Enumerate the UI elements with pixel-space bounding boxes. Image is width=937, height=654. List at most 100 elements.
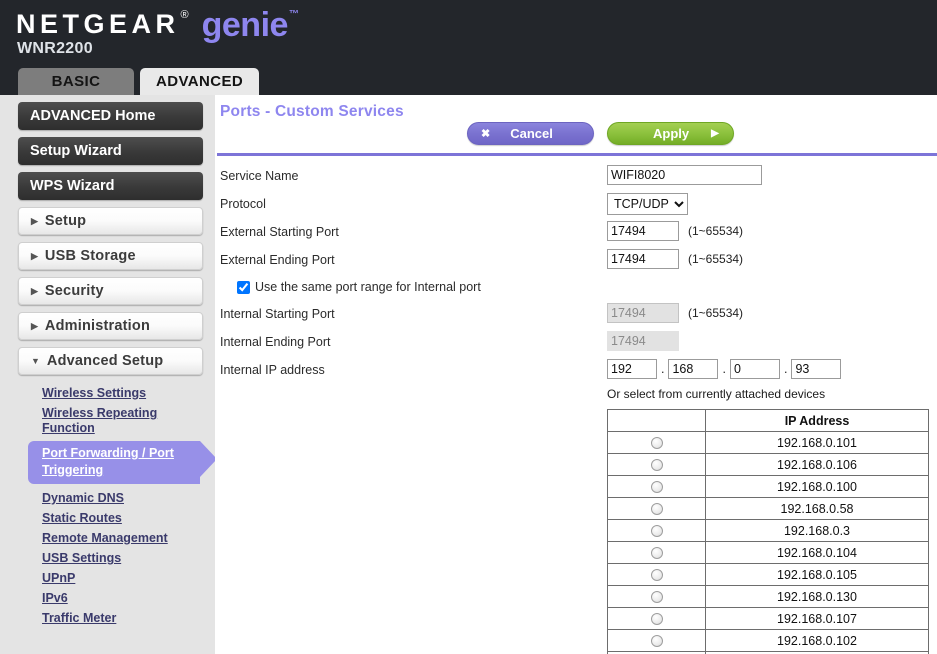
- table-row[interactable]: 192.168.0.101: [607, 431, 929, 454]
- brand-netgear-text: NETGEAR: [16, 9, 180, 39]
- row-internal-ip-address: Internal IP address . . .: [215, 359, 937, 387]
- sidebar-item-administration[interactable]: ▶ Administration: [18, 312, 203, 340]
- tab-advanced[interactable]: ADVANCED: [140, 68, 260, 95]
- device-select-radio[interactable]: [650, 481, 663, 494]
- table-row[interactable]: 192.168.0.130: [607, 585, 929, 608]
- external-starting-port-label: External Starting Port: [220, 225, 339, 239]
- sidebar-sublink-ipv6[interactable]: IPv6: [42, 588, 192, 608]
- table-cell-select[interactable]: [607, 563, 706, 586]
- apply-button-label: Apply: [653, 126, 690, 141]
- sidebar-item-advanced-setup[interactable]: ▼ Advanced Setup: [18, 347, 203, 375]
- table-header-ip-address: IP Address: [705, 409, 929, 432]
- sidebar-sublink-label: Port Forwarding / Port Triggering: [42, 446, 174, 477]
- ip-separator-dot: .: [722, 362, 726, 376]
- custom-service-form: Service Name Protocol TCP/UDPTCPUDP Exte…: [215, 165, 937, 654]
- sidebar-sublink-remote-management[interactable]: Remote Management: [42, 528, 192, 548]
- row-external-starting-port: External Starting Port (1~65534): [215, 221, 937, 249]
- internal-starting-port-input: [607, 303, 679, 323]
- table-cell-ip-address: 192.168.0.106: [705, 453, 929, 476]
- device-select-radio[interactable]: [650, 503, 663, 516]
- attached-devices-table: IP Address 192.168.0.101 192.168.0.106 192…: [607, 409, 929, 654]
- table-header-row: IP Address: [607, 409, 929, 432]
- external-starting-port-hint: (1~65534): [688, 224, 744, 238]
- table-cell-select[interactable]: [607, 519, 706, 542]
- protocol-select[interactable]: TCP/UDPTCPUDP: [607, 193, 688, 215]
- page-title: Ports - Custom Services: [220, 103, 404, 120]
- table-cell-select[interactable]: [607, 497, 706, 520]
- table-row[interactable]: 192.168.0.100: [607, 475, 929, 498]
- sidebar-sublink-dynamic-dns[interactable]: Dynamic DNS: [42, 488, 192, 508]
- apply-button[interactable]: Apply ▶: [607, 122, 734, 145]
- same-port-range-label: Use the same port range for Internal por…: [255, 280, 481, 294]
- table-body: 192.168.0.101 192.168.0.106 192.168.0.100 1…: [607, 431, 929, 654]
- device-select-radio[interactable]: [650, 525, 663, 538]
- table-cell-select[interactable]: [607, 629, 706, 652]
- arrow-right-icon: ▶: [711, 128, 719, 139]
- sidebar-item-label: Advanced Setup: [46, 353, 164, 369]
- table-cell-ip-address: 192.168.0.58: [705, 497, 929, 520]
- internal-ip-octet-4[interactable]: [791, 359, 842, 379]
- internal-ip-octet-1[interactable]: [607, 359, 657, 379]
- device-select-radio[interactable]: [650, 437, 663, 450]
- row-service-name: Service Name: [215, 165, 937, 193]
- sidebar-item-setup[interactable]: ▶ Setup: [18, 207, 203, 235]
- table-row[interactable]: 192.168.0.107: [607, 607, 929, 630]
- main-tab-bar: BASIC ADVANCED: [18, 68, 260, 95]
- sidebar-sublink-static-routes[interactable]: Static Routes: [42, 508, 192, 528]
- table-row[interactable]: 192.168.0.106: [607, 453, 929, 476]
- external-ending-port-input[interactable]: [607, 249, 679, 269]
- device-select-radio[interactable]: [650, 459, 663, 472]
- table-row[interactable]: 192.168.0.104: [607, 541, 929, 564]
- sidebar-item-security[interactable]: ▶ Security: [18, 277, 203, 305]
- close-icon: ✖: [481, 128, 491, 140]
- external-starting-port-input[interactable]: [607, 221, 679, 241]
- tab-basic[interactable]: BASIC: [18, 68, 134, 95]
- sidebar-item-usb-storage[interactable]: ▶ USB Storage: [18, 242, 203, 270]
- sidebar-navigation: ADVANCED Home Setup Wizard WPS Wizard ▶ …: [0, 95, 217, 654]
- cancel-button[interactable]: ✖ Cancel: [467, 122, 594, 145]
- device-select-radio[interactable]: [650, 547, 663, 560]
- internal-ip-octet-2[interactable]: [668, 359, 719, 379]
- same-port-range-checkbox[interactable]: [237, 280, 250, 294]
- external-ending-port-hint: (1~65534): [688, 252, 744, 266]
- internal-ip-octet-3[interactable]: [729, 359, 780, 379]
- sidebar-item-wps-wizard[interactable]: WPS Wizard: [18, 172, 203, 200]
- row-or-select-note: Or select from currently attached device…: [215, 387, 937, 409]
- table-cell-ip-address: 192.168.0.102: [705, 629, 929, 652]
- internal-starting-port-label: Internal Starting Port: [220, 307, 335, 321]
- row-internal-ending-port: Internal Ending Port: [215, 331, 937, 359]
- ip-separator-dot: .: [783, 362, 788, 376]
- table-row[interactable]: 192.168.0.102: [607, 629, 929, 652]
- table-row[interactable]: 192.168.0.105: [607, 563, 929, 586]
- device-select-radio[interactable]: [650, 591, 663, 604]
- table-row[interactable]: 192.168.0.3: [607, 519, 929, 542]
- internal-starting-port-hint: (1~65534): [688, 306, 744, 320]
- device-select-radio[interactable]: [650, 569, 663, 582]
- sidebar-sublink-usb-settings[interactable]: USB Settings: [42, 548, 192, 568]
- table-cell-select[interactable]: [607, 541, 706, 564]
- chevron-right-icon: ▶: [31, 215, 38, 226]
- sidebar-sublink-upnp[interactable]: UPnP: [42, 568, 192, 588]
- table-row[interactable]: 192.168.0.58: [607, 497, 929, 520]
- table-cell-select[interactable]: [607, 607, 706, 630]
- internal-ending-port-input: [607, 331, 679, 351]
- table-cell-select[interactable]: [607, 431, 706, 454]
- table-cell-select[interactable]: [607, 585, 706, 608]
- sidebar-sublink-wireless-repeating-function[interactable]: Wireless Repeating Function: [42, 403, 192, 438]
- device-select-radio[interactable]: [650, 635, 663, 648]
- sidebar-sublink-traffic-meter[interactable]: Traffic Meter: [42, 608, 192, 628]
- table-cell-select[interactable]: [607, 453, 706, 476]
- sidebar-item-label: Administration: [44, 318, 151, 334]
- row-protocol: Protocol TCP/UDPTCPUDP: [215, 193, 937, 221]
- service-name-input[interactable]: [607, 165, 762, 185]
- sidebar-sublink-wireless-settings[interactable]: Wireless Settings: [42, 383, 192, 403]
- trademark-mark-icon: ™: [288, 9, 299, 20]
- sidebar-item-setup-wizard[interactable]: Setup Wizard: [18, 137, 203, 165]
- router-admin-page: NETGEAR ® genie ™ WNR2200 BASIC ADVANCED…: [0, 0, 937, 654]
- sidebar-sublink-port-forwarding-selected[interactable]: Port Forwarding / Port Triggering: [28, 441, 217, 484]
- sidebar-item-advanced-home[interactable]: ADVANCED Home: [18, 102, 203, 130]
- table-cell-select[interactable]: [607, 475, 706, 498]
- table-cell-ip-address: 192.168.0.100: [705, 475, 929, 498]
- device-select-radio[interactable]: [650, 613, 663, 626]
- ip-separator-dot: .: [661, 362, 665, 376]
